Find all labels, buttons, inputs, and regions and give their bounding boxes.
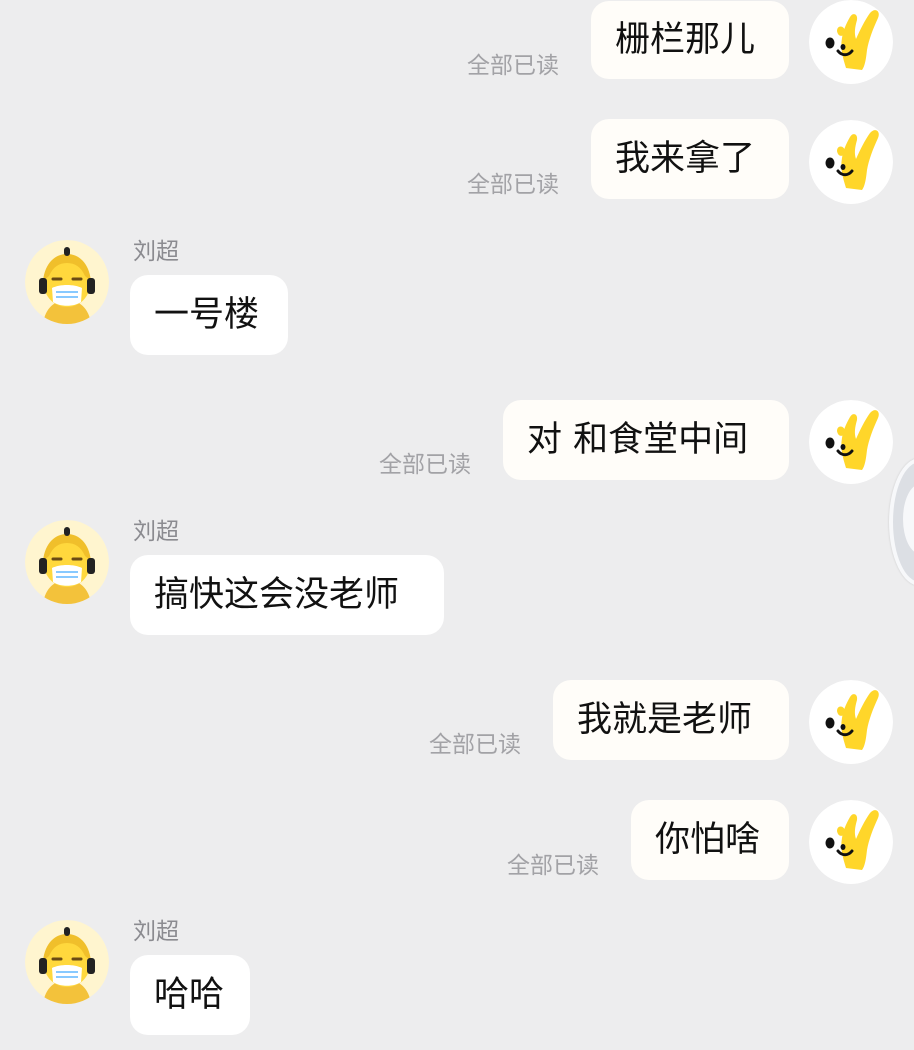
sender-name: 刘超 xyxy=(133,519,179,545)
message-text: 我来拿了 xyxy=(615,138,756,179)
self-avatar-icon[interactable] xyxy=(809,800,893,884)
message-text: 搞快这会没老师 xyxy=(154,574,400,615)
message-text: 栅栏那儿 xyxy=(615,19,756,60)
message-text: 你怕啥 xyxy=(655,819,761,860)
self-avatar-icon[interactable] xyxy=(809,120,893,204)
masked-person-avatar-icon[interactable] xyxy=(25,520,109,604)
masked-person-avatar-icon[interactable] xyxy=(25,240,109,324)
message-text: 一号楼 xyxy=(154,294,260,335)
message-bubble[interactable]: 搞快这会没老师 xyxy=(130,555,444,635)
read-status: 全部已读 xyxy=(429,732,521,758)
self-avatar-icon[interactable] xyxy=(809,0,893,84)
self-avatar-icon[interactable] xyxy=(809,680,893,764)
message-bubble[interactable]: 我就是老师 xyxy=(553,680,789,760)
message-text: 哈哈 xyxy=(154,974,225,1015)
message-bubble[interactable]: 栅栏那儿 xyxy=(591,1,789,79)
read-status: 全部已读 xyxy=(467,172,559,198)
message-bubble[interactable]: 一号楼 xyxy=(130,275,288,355)
read-status: 全部已读 xyxy=(507,853,599,879)
message-bubble[interactable]: 对 和食堂中间 xyxy=(503,400,789,480)
chat-message-list[interactable]: 全部已读 栅栏那儿 全部已读 我来拿了 刘超 一号楼 全部已读 对 和食堂中间 … xyxy=(0,0,914,1050)
message-bubble[interactable]: 你怕啥 xyxy=(631,800,789,880)
sender-name: 刘超 xyxy=(133,919,179,945)
message-bubble[interactable]: 哈哈 xyxy=(130,955,250,1035)
message-bubble[interactable]: 我来拿了 xyxy=(591,119,789,199)
masked-person-avatar-icon[interactable] xyxy=(25,920,109,1004)
self-avatar-icon[interactable] xyxy=(809,400,893,484)
read-status: 全部已读 xyxy=(379,452,471,478)
read-status: 全部已读 xyxy=(467,53,559,79)
message-text: 对 和食堂中间 xyxy=(527,419,749,460)
message-text: 我就是老师 xyxy=(577,699,753,740)
sender-name: 刘超 xyxy=(133,239,179,265)
floating-edge-button[interactable] xyxy=(889,458,914,586)
